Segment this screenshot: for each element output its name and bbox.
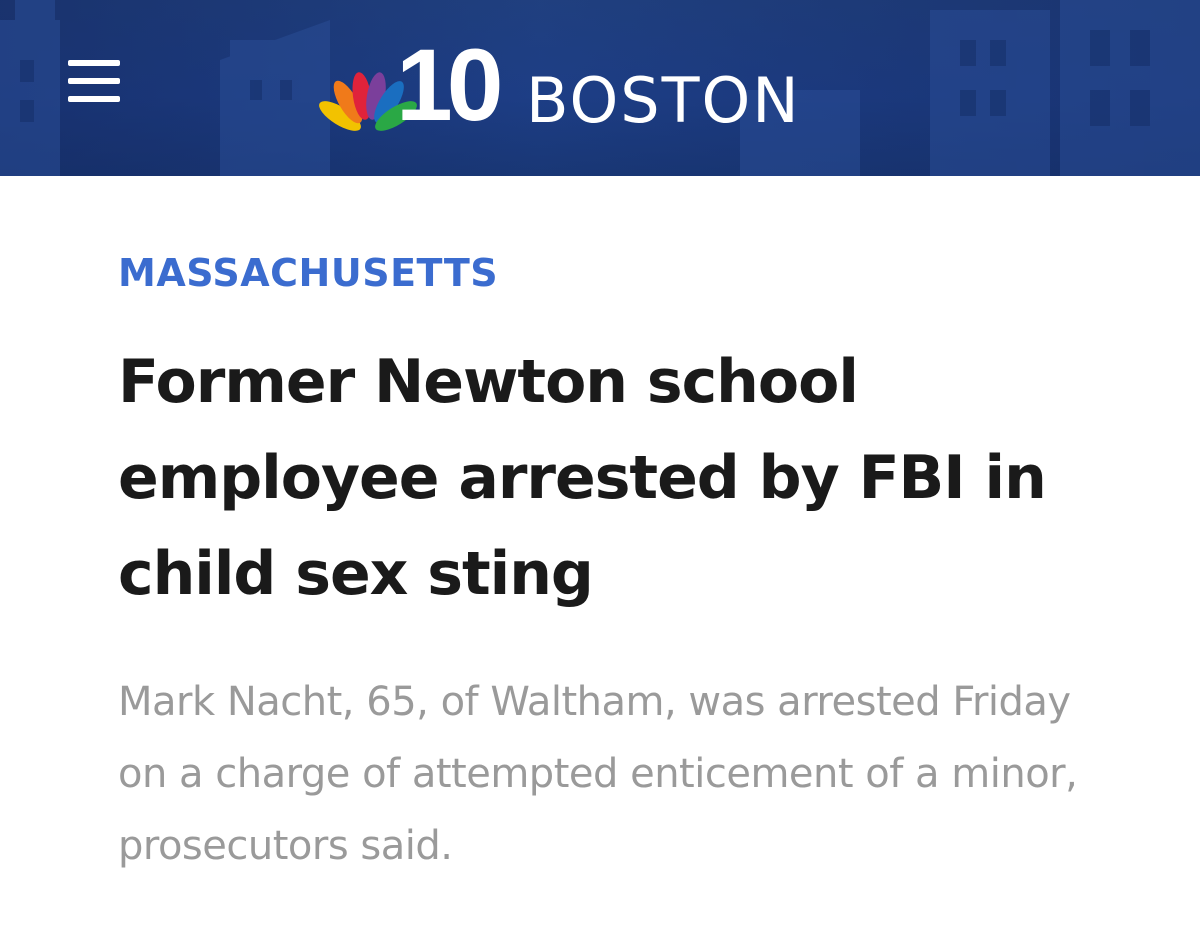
logo-channel-number: 10: [396, 28, 503, 142]
category-link[interactable]: MASSACHUSETTS: [118, 250, 498, 296]
article-headline: Former Newton school employee arrested b…: [118, 347, 1047, 609]
article-summary: Mark Nacht, 65, of Waltham, was arrested…: [118, 679, 1078, 869]
site-header: 10 BOSTON: [0, 0, 1200, 176]
logo-city-name: BOSTON: [526, 64, 801, 137]
menu-bar-bottom: [68, 96, 120, 102]
nbc-boston-logo[interactable]: 10 BOSTON: [318, 30, 898, 140]
menu-bar-top: [68, 60, 120, 66]
hamburger-menu-icon[interactable]: [68, 60, 122, 106]
menu-bar-middle: [68, 78, 120, 84]
